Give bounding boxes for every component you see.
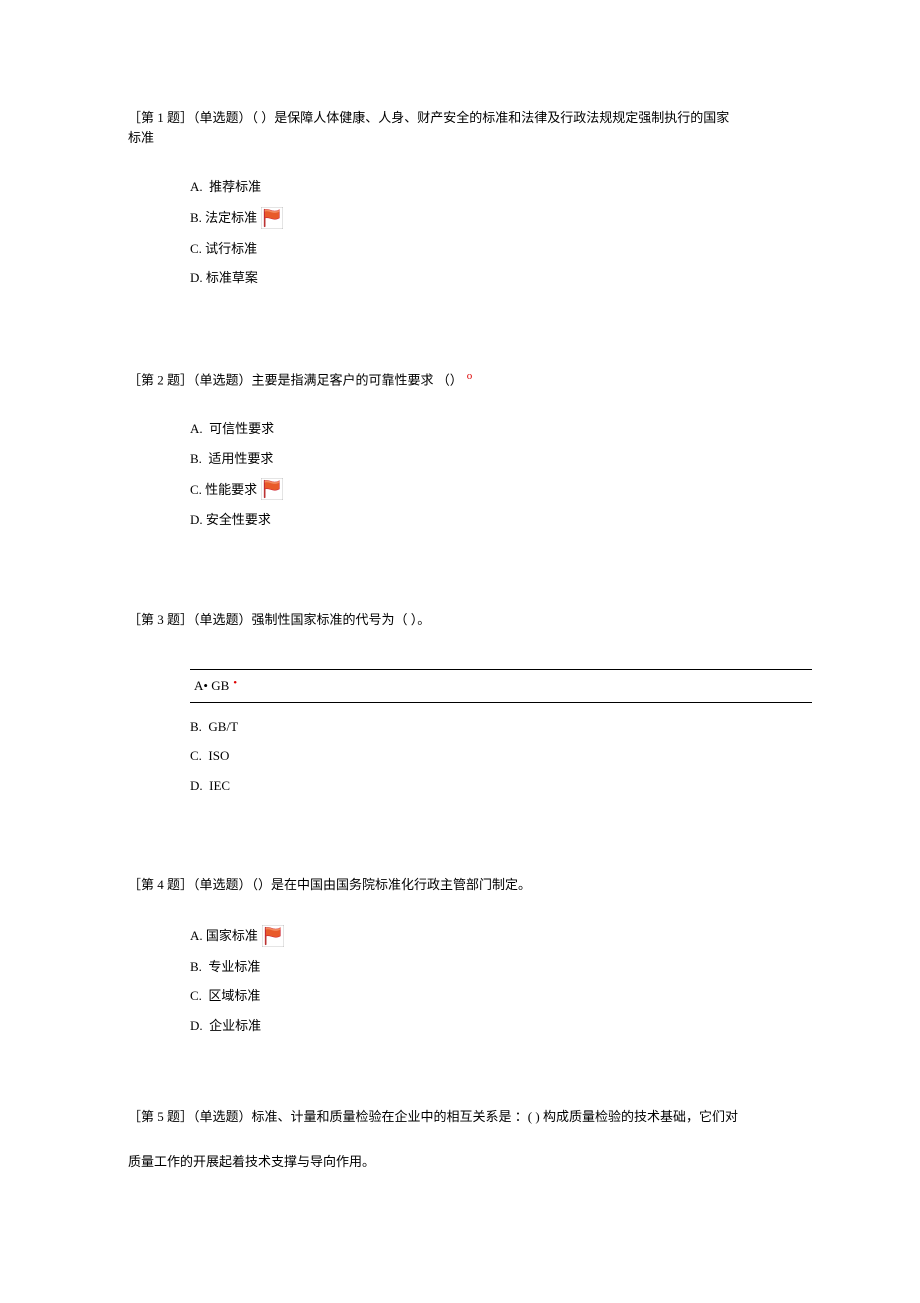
q2-option-b-text: B. 适用性要求 xyxy=(190,449,273,469)
q3-label: ［第 3 题］ xyxy=(128,612,193,627)
dot-mark-icon: • xyxy=(233,675,237,692)
q1-type: （单选题） xyxy=(193,110,252,125)
q3-option-b-text: B. GB/T xyxy=(190,717,238,737)
question-2: ［第 2 题］（单选题）主要是指满足客户的可靠性要求 （）o A. 可信性要求 … xyxy=(128,368,800,530)
q1-option-c-text: C. 试行标准 xyxy=(190,239,257,259)
q2-option-a: A. 可信性要求 xyxy=(190,419,800,439)
q4-option-c-text: C. 区域标准 xyxy=(190,986,260,1006)
q3-option-c-text: C. ISO xyxy=(190,746,229,766)
q5-label: ［第 5 题］ xyxy=(128,1109,193,1124)
q3-option-d: D. IEC xyxy=(190,776,800,796)
q2-option-c: C. 性能要求 xyxy=(190,478,800,500)
q1-stem-a: （ ）是保障人体健康、人身、财产安全的标准和法律及行政法规规定强制执行的国家 xyxy=(252,110,730,125)
question-3-options: B. GB/T C. ISO D. IEC xyxy=(128,717,800,796)
q3-option-c: C. ISO xyxy=(190,746,800,766)
q4-option-b: B. 专业标准 xyxy=(190,957,800,977)
flag-icon xyxy=(261,478,283,500)
q4-option-b-text: B. 专业标准 xyxy=(190,957,260,977)
q4-option-d-text: D. 企业标准 xyxy=(190,1016,261,1036)
q4-stem-text: （）是在中国由国务院标准化行政主管部门制定。 xyxy=(252,877,532,892)
question-2-options: A. 可信性要求 B. 适用性要求 C. 性能要求 D. 安全性要求 xyxy=(128,419,800,530)
q2-option-d: D. 安全性要求 xyxy=(190,510,800,530)
question-1: ［第 1 题］（单选题）（ ）是保障人体健康、人身、财产安全的标准和法律及行政法… xyxy=(128,108,800,288)
q2-type: （单选题） xyxy=(193,372,252,387)
q1-option-a: A. 推荐标准 xyxy=(190,177,800,197)
question-2-stem: ［第 2 题］（单选题）主要是指满足客户的可靠性要求 （）o xyxy=(128,368,800,390)
circle-mark-icon: o xyxy=(463,368,473,385)
q1-label: ［第 1 题］ xyxy=(128,110,193,125)
q3-option-a-text: A• GB xyxy=(194,676,229,696)
q4-option-a-text: A. 国家标准 xyxy=(190,926,258,946)
question-4-stem: ［第 4 题］（单选题）（）是在中国由国务院标准化行政主管部门制定。 xyxy=(128,875,800,895)
q2-option-a-text: A. 可信性要求 xyxy=(190,419,274,439)
flag-icon xyxy=(261,207,283,229)
q2-stem-text: 主要是指满足客户的可靠性要求 （） xyxy=(252,372,463,387)
q2-option-b: B. 适用性要求 xyxy=(190,449,800,469)
q4-option-c: C. 区域标准 xyxy=(190,986,800,1006)
q1-option-d-text: D. 标准草案 xyxy=(190,268,258,288)
q4-label: ［第 4 题］ xyxy=(128,877,193,892)
q1-option-d: D. 标准草案 xyxy=(190,268,800,288)
q1-option-b-text: B. 法定标准 xyxy=(190,208,257,228)
q1-stem-b: 标准 xyxy=(128,130,154,145)
q4-type: （单选题） xyxy=(193,877,252,892)
q5-stem-b: 质量工作的开展起着技术支撑与导向作用。 xyxy=(128,1154,375,1169)
q3-option-d-text: D. IEC xyxy=(190,776,230,796)
flag-icon xyxy=(262,925,284,947)
q3-type: （单选题） xyxy=(193,612,252,627)
q1-option-b: B. 法定标准 xyxy=(190,207,800,229)
q3-option-b: B. GB/T xyxy=(190,717,800,737)
q2-option-c-text: C. 性能要求 xyxy=(190,480,257,500)
q2-label: ［第 2 题］ xyxy=(128,372,193,387)
q2-option-d-text: D. 安全性要求 xyxy=(190,510,271,530)
q1-option-a-text: A. 推荐标准 xyxy=(190,177,261,197)
q3-option-a: A• GB • xyxy=(190,669,812,703)
q5-type: （单选题） xyxy=(193,1109,252,1124)
question-1-stem: ［第 1 题］（单选题）（ ）是保障人体健康、人身、财产安全的标准和法律及行政法… xyxy=(128,108,800,147)
question-5-stem: ［第 5 题］（单选题）标准、计量和质量检验在企业中的相互关系是 ：( ) 构成… xyxy=(128,1095,800,1183)
q1-option-c: C. 试行标准 xyxy=(190,239,800,259)
question-3: ［第 3 题］（单选题）强制性国家标准的代号为（ ）。 A• GB • B. G… xyxy=(128,610,800,796)
question-4: ［第 4 题］（单选题）（）是在中国由国务院标准化行政主管部门制定。 A. 国家… xyxy=(128,875,800,1035)
q3-stem-text: 强制性国家标准的代号为（ ）。 xyxy=(252,612,431,627)
q5-stem-a: 标准、计量和质量检验在企业中的相互关系是 ：( ) 构成质量检验的技术基础，它们… xyxy=(252,1109,738,1124)
q4-option-a: A. 国家标准 xyxy=(190,925,800,947)
q4-option-d: D. 企业标准 xyxy=(190,1016,800,1036)
question-3-stem: ［第 3 题］（单选题）强制性国家标准的代号为（ ）。 xyxy=(128,610,800,630)
question-1-options: A. 推荐标准 B. 法定标准 C. 试行标准 D. 标准草案 xyxy=(128,177,800,288)
question-4-options: A. 国家标准 B. 专业标准 C. 区域标准 D. 企业标准 xyxy=(128,925,800,1036)
question-5: ［第 5 题］（单选题）标准、计量和质量检验在企业中的相互关系是 ：( ) 构成… xyxy=(128,1095,800,1183)
